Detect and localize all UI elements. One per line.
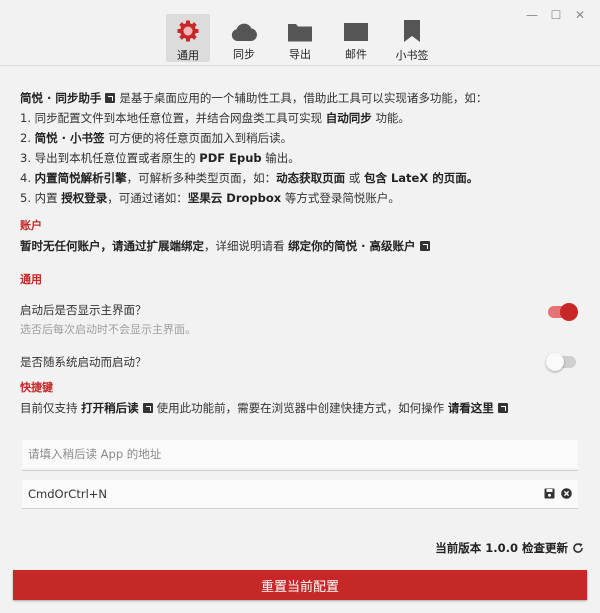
intro-text: 或 <box>348 171 361 185</box>
save-icon[interactable] <box>544 488 555 499</box>
intro-highlight: 包含 LateX 的页面。 <box>363 171 479 185</box>
gear-icon <box>176 19 200 43</box>
hotkey-section-title: 快捷键 <box>20 381 53 394</box>
intro-text: 输出。 <box>265 151 300 165</box>
intro-text: 3. 导出到本机任意位置或者原生的 <box>20 151 196 165</box>
intro-text: 5. 内置 <box>20 191 58 205</box>
option-description: 选否后每次启动时不会显示主界面。 <box>20 323 196 336</box>
how-to-link[interactable]: 请看这里 <box>448 401 494 415</box>
read-later-url-input[interactable] <box>22 440 578 468</box>
show-main-window-option: 启动后是否显示主界面？ <box>20 300 580 321</box>
toggle-knob <box>546 353 564 371</box>
tab-bookmarklet-label: 小书签 <box>395 49 429 62</box>
account-status: 暂时无任何账户，请通过扩展端绑定，详细说明请看 绑定你的简悦 · 高级账户 <box>20 236 580 256</box>
external-link-icon[interactable] <box>142 403 153 413</box>
reset-config-button[interactable]: 重置当前配置 <box>13 570 587 600</box>
cloud-icon <box>230 19 258 42</box>
intro-highlight: PDF Epub <box>199 151 262 165</box>
external-link-icon[interactable] <box>419 241 430 251</box>
intro-line-5: 4. 内置简悦解析引擎，可解析多种类型页面，如：动态获取页面 或 包含 Late… <box>20 168 580 188</box>
toggle-knob <box>560 303 578 321</box>
bind-account-link[interactable]: 绑定你的简悦 · 高级账户 <box>288 239 415 253</box>
intro-text: 是基于桌面应用的一个辅助性工具，借助此工具可以实现诸多功能，如： <box>119 91 488 105</box>
intro-line-6: 5. 内置 授权登录，可通过诸如：坚果云 Dropbox 等方式登录简悦账户。 <box>20 188 580 208</box>
tab-general-label: 通用 <box>177 49 199 62</box>
tab-export[interactable]: 导出 <box>278 14 322 62</box>
intro-text: 等方式登录简悦账户。 <box>284 191 400 205</box>
launch-on-startup-option: 是否随系统启动而启动？ <box>20 352 580 372</box>
show-main-window-toggle[interactable] <box>548 303 578 321</box>
general-section-title: 通用 <box>20 273 42 286</box>
hotkey-text: 目前仅支持 <box>20 401 78 415</box>
hotkey-description: 目前仅支持 打开稍后读 使用此功能前，需要在浏览器中创建快捷方式，如何操作 请看这… <box>20 398 580 418</box>
tab-sync-label: 同步 <box>233 48 255 61</box>
intro-text: 功能。 <box>375 111 410 125</box>
intro-text: 4. <box>20 171 31 185</box>
external-link-icon[interactable] <box>105 93 116 103</box>
intro-text: 1. 同步配置文件到本地任意位置，并结合网盘类工具可实现 <box>20 111 323 125</box>
intro-highlight: 动态获取页面 <box>276 171 346 185</box>
intro-line-3: 2. 简悦 · 小书签 可方便的将任意页面加入到稍后读。 <box>20 128 580 148</box>
intro-highlight: 内置简悦解析引擎 <box>34 171 127 185</box>
toolbar-divider <box>0 65 600 66</box>
bookmark-icon <box>403 19 421 43</box>
tab-mail-label: 邮件 <box>345 48 367 61</box>
intro-text: 2. <box>20 131 31 145</box>
tab-export-label: 导出 <box>289 48 311 61</box>
version-info[interactable]: 当前版本 1.0.0 检查更新 <box>435 540 584 556</box>
refresh-icon[interactable] <box>572 542 584 554</box>
input-underline <box>22 470 578 471</box>
intro-title: 简悦 · 同步助手 <box>20 91 102 105</box>
launch-on-startup-toggle[interactable] <box>546 353 576 371</box>
intro-line-1: 简悦 · 同步助手 是基于桌面应用的一个辅助性工具，借助此工具可以实现诸多功能，如… <box>20 88 580 108</box>
tab-bookmarklet[interactable]: 小书签 <box>390 14 434 62</box>
intro-text: 可方便的将任意页面加入到稍后读。 <box>108 131 293 145</box>
hotkey-text: 使用此功能前，需要在浏览器中创建快捷方式，如何操作 <box>156 401 445 415</box>
option-label: 是否随系统启动而启动？ <box>20 355 147 369</box>
account-status-text: 暂时无任何账户，请通过扩展端绑定 <box>20 239 204 253</box>
folder-icon <box>287 19 313 42</box>
intro-text: ，可解析多种类型页面，如： <box>126 171 277 185</box>
tab-sync[interactable]: 同步 <box>222 14 266 62</box>
intro-highlight: 自动同步 <box>325 111 372 125</box>
general-settings: 简悦 · 同步助手 是基于桌面应用的一个辅助性工具，借助此工具可以实现诸多功能，如… <box>20 88 580 418</box>
settings-toolbar: 通用 同步 导出 邮件 小书签 <box>0 14 600 64</box>
version-label[interactable]: 当前版本 1.0.0 检查更新 <box>435 540 568 556</box>
intro-highlight: 授权登录 <box>61 191 108 205</box>
account-status-text: ，详细说明请看 <box>204 239 285 253</box>
input-underline <box>22 508 578 509</box>
intro-highlight: 坚果云 Dropbox <box>187 191 282 205</box>
intro-highlight: 简悦 · 小书签 <box>34 131 105 145</box>
tab-general[interactable]: 通用 <box>166 14 210 62</box>
intro-line-2: 1. 同步配置文件到本地任意位置，并结合网盘类工具可实现 自动同步 功能。 <box>20 108 580 128</box>
account-section-title: 账户 <box>20 219 42 232</box>
mail-icon <box>343 19 369 42</box>
tab-mail[interactable]: 邮件 <box>334 14 378 62</box>
clear-icon[interactable] <box>561 488 572 499</box>
option-label: 启动后是否显示主界面？ <box>20 303 147 317</box>
intro-text: ，可通过诸如： <box>107 191 188 205</box>
shortcut-actions <box>544 488 572 499</box>
intro-line-4: 3. 导出到本机任意位置或者原生的 PDF Epub 输出。 <box>20 148 580 168</box>
read-later-link[interactable]: 打开稍后读 <box>81 401 139 415</box>
external-link-icon[interactable] <box>497 403 508 413</box>
shortcut-input[interactable] <box>22 480 578 508</box>
